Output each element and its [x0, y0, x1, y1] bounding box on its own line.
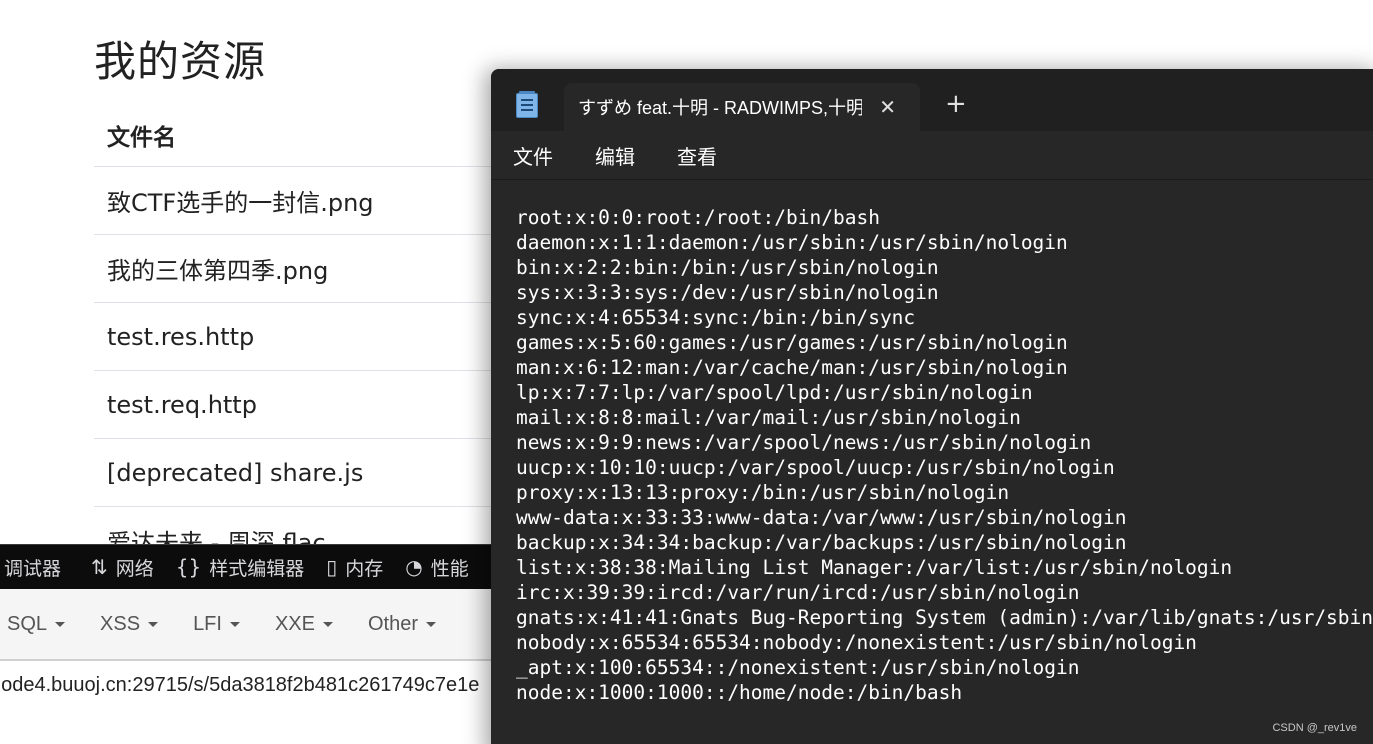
xxe-menu-label: XXE [274, 612, 315, 635]
text-line: mail:x:8:8:mail:/var/mail:/usr/sbin/nolo… [516, 406, 1021, 429]
menu-edit[interactable]: 编辑 [595, 141, 635, 170]
tab-network-label: 网络 [115, 557, 154, 580]
text-line: irc:x:39:39:ircd:/var/run/ircd:/usr/sbin… [516, 581, 1080, 604]
title-bar: すずめ feat.十明 - RADWIMPS,十明 ✕ + [491, 69, 1373, 131]
caret-down-icon [55, 621, 66, 627]
menu-file[interactable]: 文件 [513, 141, 553, 170]
file-table: 文件名 致CTF选手的一封信.png 我的三体第四季.png test.res.… [94, 104, 514, 575]
tab-style-editor-label: 样式编辑器 [209, 557, 305, 580]
table-row[interactable]: 我的三体第四季.png [94, 235, 514, 303]
tab-title: すずめ feat.十明 - RADWIMPS,十明 [578, 98, 862, 118]
url-field[interactable]: node4.buuoj.cn:29715/s/5da3818f2b481c261… [0, 661, 500, 709]
table-row[interactable]: 致CTF选手的一封信.png [94, 167, 514, 235]
performance-icon: ◔ [405, 555, 423, 579]
tab-performance-label: 性能 [430, 557, 469, 580]
style-editor-icon: {} [175, 555, 202, 579]
text-line: node:x:1000:1000::/home/node:/bin/bash [516, 681, 963, 704]
text-editor[interactable]: root:x:0:0:root:/root:/bin/bash daemon:x:… [491, 180, 1373, 744]
tab-memory[interactable]: ▯ 内存 [326, 554, 383, 581]
memory-icon: ▯ [326, 555, 338, 579]
text-line: sync:x:4:65534:sync:/bin:/bin/sync [516, 306, 916, 329]
text-line: gnats:x:41:41:Gnats Bug-Reporting System… [516, 606, 1373, 629]
text-line: _apt:x:100:65534::/nonexistent:/usr/sbin… [516, 656, 1080, 679]
tab-debugger[interactable]: 调试器 [4, 554, 61, 581]
caret-down-icon [426, 621, 437, 627]
tab-style-editor[interactable]: {} 样式编辑器 [176, 554, 304, 581]
text-line: man:x:6:12:man:/var/cache/man:/usr/sbin/… [516, 356, 1068, 379]
table-row[interactable]: test.req.http [94, 371, 514, 439]
network-icon: ⇅ [91, 555, 108, 579]
menu-view[interactable]: 查看 [677, 141, 717, 170]
lfi-menu[interactable]: LFI [193, 613, 240, 636]
table-header: 文件名 [94, 104, 514, 167]
text-line: list:x:38:38:Mailing List Manager:/var/l… [516, 556, 1233, 579]
page-title: 我的资源 [94, 37, 267, 86]
xss-menu-label: XSS [100, 612, 141, 635]
text-line: root:x:0:0:root:/root:/bin/bash [516, 206, 880, 229]
text-line: www-data:x:33:33:www-data:/var/www:/usr/… [516, 506, 1127, 529]
xss-menu[interactable]: XSS [100, 612, 159, 636]
notepad-icon [516, 91, 538, 118]
url-text: node4.buuoj.cn:29715/s/5da3818f2b481c261… [0, 673, 480, 696]
document-tab[interactable]: すずめ feat.十明 - RADWIMPS,十明 ✕ [564, 83, 920, 131]
tab-memory-label: 内存 [345, 557, 384, 580]
table-row[interactable]: test.res.http [94, 303, 514, 371]
tab-network[interactable]: ⇅ 网络 [91, 554, 154, 581]
text-line: sys:x:3:3:sys:/dev:/usr/sbin/nologin [516, 281, 939, 304]
devtools-toolbar: 调试器 ⇅ 网络 {} 样式编辑器 ▯ 内存 ◔ 性能 [0, 544, 500, 589]
watermark: CSDN @_rev1ve [1272, 722, 1357, 734]
text-line: daemon:x:1:1:daemon:/usr/sbin:/usr/sbin/… [516, 231, 1068, 254]
caret-down-icon [229, 621, 240, 627]
text-line: news:x:9:9:news:/var/spool/news:/usr/sbi… [516, 431, 1092, 454]
editor-content: root:x:0:0:root:/root:/bin/bash daemon:x:… [516, 205, 1373, 705]
hackbar-menu: SQL XSS LFI XXE Other [0, 589, 500, 661]
text-line: uucp:x:10:10:uucp:/var/spool/uucp:/usr/s… [516, 456, 1115, 479]
tab-debugger-label: 调试器 [4, 557, 62, 580]
caret-down-icon [323, 621, 333, 627]
text-line: nobody:x:65534:65534:nobody:/nonexistent… [516, 631, 1197, 654]
menu-bar: 文件 编辑 查看 [491, 131, 1373, 180]
text-line: backup:x:34:34:backup:/var/backups:/usr/… [516, 531, 1127, 554]
sql-menu-label: SQL [7, 612, 48, 635]
lfi-menu-label: LFI [193, 612, 222, 635]
add-tab-icon[interactable]: + [945, 91, 967, 117]
text-line: lp:x:7:7:lp:/var/spool/lpd:/usr/sbin/nol… [516, 381, 1033, 404]
caret-down-icon [148, 621, 159, 627]
other-menu-label: Other [368, 612, 419, 635]
text-line: games:x:5:60:games:/usr/games:/usr/sbin/… [516, 331, 1068, 354]
text-line: bin:x:2:2:bin:/bin:/usr/sbin/nologin [516, 256, 939, 279]
tab-performance[interactable]: ◔ 性能 [405, 554, 468, 581]
text-line: proxy:x:13:13:proxy:/bin:/usr/sbin/nolog… [516, 481, 1010, 504]
sql-menu[interactable]: SQL [7, 612, 66, 636]
xxe-menu[interactable]: XXE [275, 613, 333, 636]
table-row[interactable]: [deprecated] share.js [94, 439, 514, 507]
close-icon[interactable]: ✕ [879, 95, 896, 119]
notepad-window: すずめ feat.十明 - RADWIMPS,十明 ✕ + 文件 编辑 查看 r… [491, 69, 1373, 744]
other-menu[interactable]: Other [368, 612, 437, 636]
